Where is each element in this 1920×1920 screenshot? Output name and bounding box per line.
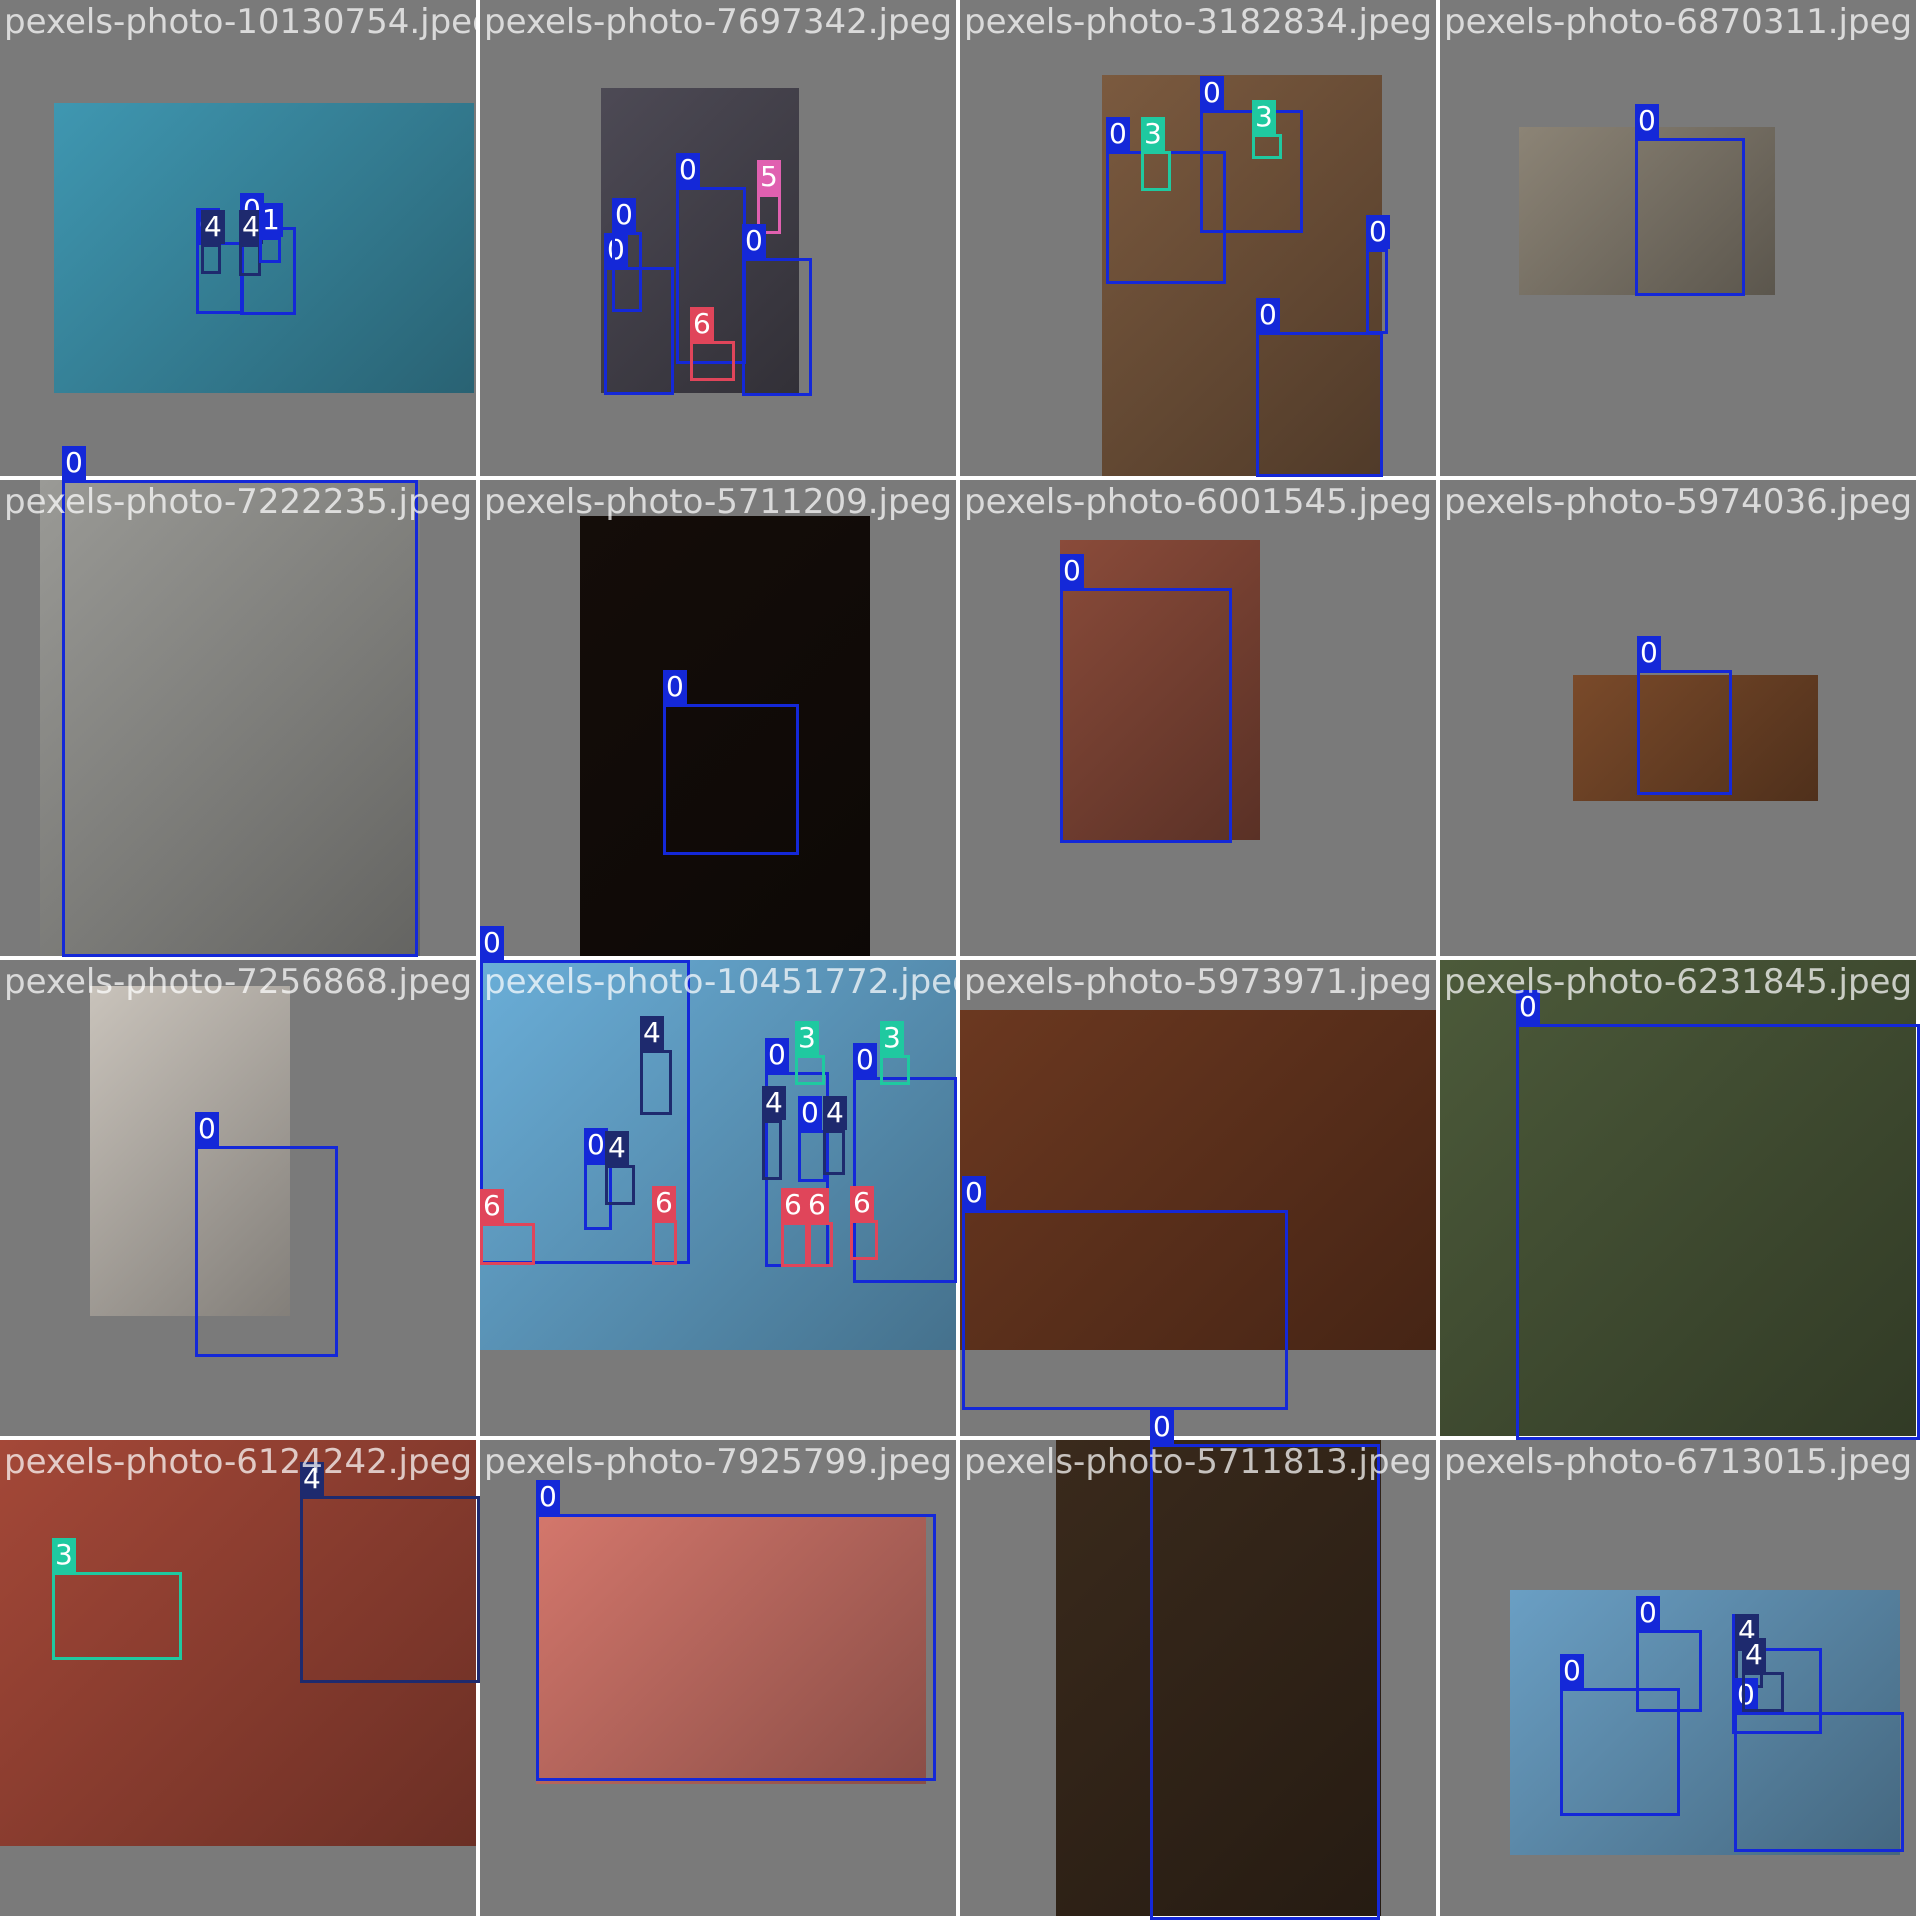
image-tile: pexels-photo-6001545.jpeg [960, 480, 1436, 956]
image-tile: pexels-photo-5711813.jpeg [960, 1440, 1436, 1916]
photo-thumbnail [1056, 1440, 1381, 1916]
image-filename: pexels-photo-7256868.jpeg [4, 962, 473, 1002]
image-filename: pexels-photo-6124242.jpeg [4, 1442, 473, 1482]
image-tile: pexels-photo-6124242.jpeg [0, 1440, 476, 1916]
photo-thumbnail [54, 103, 474, 393]
photo-thumbnail [40, 480, 420, 956]
image-tile: pexels-photo-5974036.jpeg [1440, 480, 1916, 956]
image-filename: pexels-photo-10451772.jpeg [484, 962, 956, 1002]
detection-mosaic: pexels-photo-10130754.jpeg pexels-photo-7… [0, 0, 1920, 1920]
image-filename: pexels-photo-7697342.jpeg [484, 2, 953, 42]
image-tile: pexels-photo-10130754.jpeg [0, 0, 476, 476]
photo-thumbnail [90, 986, 290, 1316]
photo-thumbnail [1102, 75, 1382, 476]
photo-thumbnail [1060, 540, 1260, 840]
image-tile: pexels-photo-6231845.jpeg [1440, 960, 1916, 1436]
image-filename: pexels-photo-7925799.jpeg [484, 1442, 953, 1482]
image-tile: pexels-photo-5973971.jpeg [960, 960, 1436, 1436]
photo-thumbnail [0, 1440, 476, 1846]
image-tile: pexels-photo-6870311.jpeg [1440, 0, 1916, 476]
image-tile: pexels-photo-7222235.jpeg [0, 480, 476, 956]
image-tile: pexels-photo-7925799.jpeg [480, 1440, 956, 1916]
image-filename: pexels-photo-5711813.jpeg [964, 1442, 1433, 1482]
photo-thumbnail [536, 1514, 926, 1784]
image-filename: pexels-photo-6001545.jpeg [964, 482, 1433, 522]
photo-thumbnail [960, 1010, 1436, 1350]
image-filename: pexels-photo-10130754.jpeg [4, 2, 476, 42]
image-filename: pexels-photo-6713015.jpeg [1444, 1442, 1913, 1482]
image-filename: pexels-photo-6231845.jpeg [1444, 962, 1913, 1002]
image-filename: pexels-photo-5711209.jpeg [484, 482, 953, 522]
photo-thumbnail [1519, 127, 1775, 295]
photo-thumbnail [1440, 960, 1916, 1436]
photo-thumbnail [480, 960, 956, 1350]
image-tile: pexels-photo-5711209.jpeg [480, 480, 956, 956]
photo-thumbnail [580, 516, 870, 956]
photo-thumbnail [1510, 1590, 1900, 1855]
photo-thumbnail [601, 88, 799, 393]
image-tile: pexels-photo-6713015.jpeg [1440, 1440, 1916, 1916]
image-filename: pexels-photo-3182834.jpeg [964, 2, 1433, 42]
image-tile: pexels-photo-7697342.jpeg [480, 0, 956, 476]
image-filename: pexels-photo-6870311.jpeg [1444, 2, 1913, 42]
image-tile: pexels-photo-10451772.jpeg [480, 960, 956, 1436]
image-tile: pexels-photo-3182834.jpeg [960, 0, 1436, 476]
photo-thumbnail [1573, 675, 1818, 801]
image-tile: pexels-photo-7256868.jpeg [0, 960, 476, 1436]
image-filename: pexels-photo-7222235.jpeg [4, 482, 473, 522]
image-filename: pexels-photo-5973971.jpeg [964, 962, 1433, 1002]
image-filename: pexels-photo-5974036.jpeg [1444, 482, 1913, 522]
